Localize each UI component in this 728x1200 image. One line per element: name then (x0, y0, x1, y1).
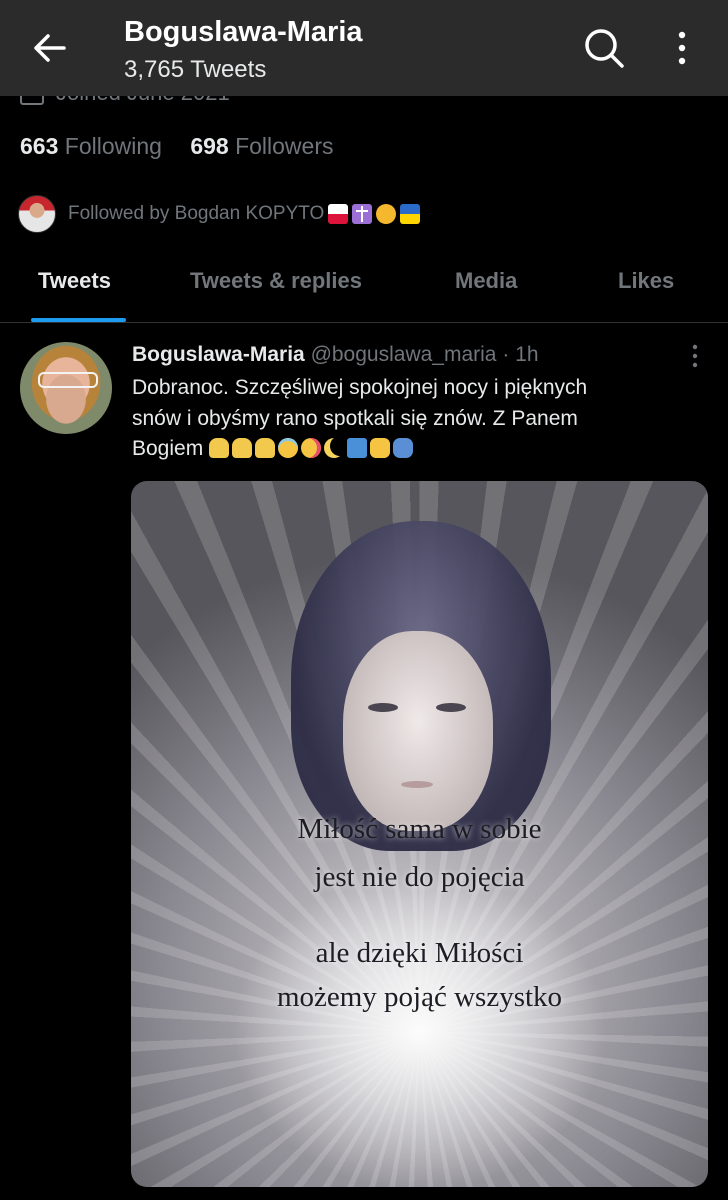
image-quote-line: Miłość sama w sobie (297, 813, 542, 845)
more-options-button[interactable] (662, 26, 702, 70)
active-tab-indicator (31, 318, 126, 322)
fist-icon (376, 204, 397, 224)
people-hugging-icon (393, 438, 414, 458)
image-figure-face (343, 631, 493, 831)
tab-likes[interactable]: Likes (618, 268, 674, 294)
following-label: Following (64, 133, 162, 159)
image-quote-line: ale dzięki Miłości (315, 937, 524, 969)
crescent-moon-icon (324, 438, 344, 458)
back-button[interactable] (24, 22, 76, 74)
tweet-text: Dobranoc. Szczęśliwej spokojnej nocy i p… (132, 373, 692, 465)
image-quote-line: możemy pojąć wszystko (276, 981, 563, 1013)
avatar-glasses (38, 372, 98, 388)
tweet-author-name[interactable]: Boguslawa-Maria (132, 343, 305, 366)
folded-hands-icon (255, 438, 276, 458)
tweet-text-line-end: Bogiem (132, 437, 204, 460)
followed-by-row[interactable]: Followed by Bogdan KOPYTO (18, 195, 421, 233)
tweet-text-line: Bogiem (132, 434, 692, 465)
folded-hands-icon (232, 438, 253, 458)
tweet-time[interactable]: 1h (515, 343, 538, 366)
image-figure-eye (436, 703, 466, 712)
following-link[interactable]: 663 Following (20, 133, 168, 159)
search-icon (585, 29, 624, 68)
tweet-text-line: snów i obyśmy rano spotkali się znów. Z … (132, 406, 578, 430)
image-figure-eye (368, 703, 398, 712)
followers-link[interactable]: 698 Followers (190, 133, 333, 159)
tweet-author-avatar[interactable] (20, 342, 112, 434)
more-vertical-icon (678, 31, 686, 65)
image-figure-mouth (401, 781, 433, 788)
tab-tweets[interactable]: Tweets (38, 268, 111, 294)
follow-stats: 663 Following 698 Followers (20, 133, 356, 160)
search-button[interactable] (582, 26, 626, 70)
tweet-image[interactable]: Miłość sama w sobie jest nie do pojęcia … (131, 481, 708, 1187)
tab-media[interactable]: Media (455, 268, 517, 294)
tweet-more-button[interactable] (688, 344, 702, 368)
tweet-count: 3,765 Tweets (124, 56, 267, 83)
followers-count: 698 (190, 133, 229, 159)
face-blowing-kiss-icon (301, 438, 322, 458)
follower-avatar (18, 195, 56, 233)
tab-tweets-replies[interactable]: Tweets & replies (190, 268, 362, 294)
tweet-header: Boguslawa-Maria @boguslawa_maria · 1h (132, 343, 539, 367)
following-count: 663 (20, 133, 59, 159)
folded-hands-icon (209, 438, 230, 458)
tweet-text-line: Dobranoc. Szczęśliwej spokojnej nocy i p… (132, 376, 588, 399)
profile-name-title: Boguslawa-Maria (124, 16, 363, 48)
dizzy-icon (370, 438, 391, 458)
image-quote-line: jest nie do pojęcia (314, 861, 525, 893)
profile-tabs: Tweets Tweets & replies Media Likes (0, 250, 728, 323)
ukraine-flag-icon (400, 204, 421, 224)
smiling-face-halo-icon (278, 438, 299, 458)
more-vertical-icon (692, 344, 698, 368)
arrow-left-icon (34, 34, 66, 62)
tweet-separator: · (502, 343, 510, 366)
followers-label: Followers (235, 133, 334, 159)
followed-by-text: Followed by Bogdan KOPYTO (68, 203, 325, 224)
shooting-star-icon (347, 438, 368, 458)
poland-flag-icon (328, 204, 349, 224)
top-app-bar: Boguslawa-Maria 3,765 Tweets (0, 0, 728, 96)
latin-cross-icon (352, 204, 373, 224)
tweet-author-handle[interactable]: @boguslawa_maria (311, 343, 497, 366)
